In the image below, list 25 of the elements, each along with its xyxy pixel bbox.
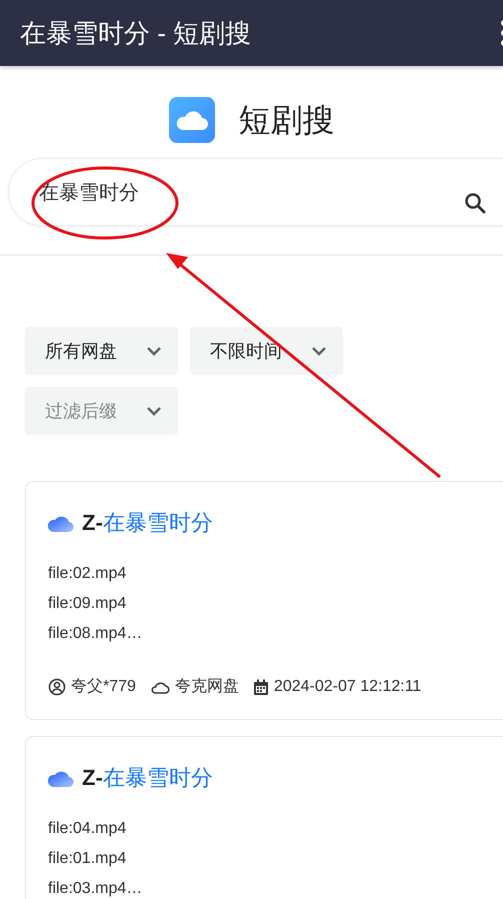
file-name: file:08.mp4… — [48, 624, 144, 644]
site-title: 短剧搜 — [238, 101, 334, 140]
uploader-name: 夸父*779 — [71, 677, 136, 697]
file-name: file:04.mp4 — [48, 819, 128, 839]
drive-name: 夸克网盘 — [174, 676, 239, 697]
calendar-icon — [252, 678, 269, 696]
cloud-outline-icon — [150, 680, 170, 694]
filter-dropdown[interactable]: 所有网盘 — [25, 327, 178, 375]
file-name: file:01.mp4 — [48, 849, 128, 869]
upload-date: 2024-02-07 12:12:11 — [274, 677, 422, 697]
search-field[interactable]: 在暴雪时分 — [8, 158, 503, 226]
result-prefix: Z- — [82, 765, 103, 790]
chevron-down-icon — [311, 346, 327, 356]
file-name: file:03.mp4… — [48, 879, 144, 899]
result-prefix: Z- — [82, 510, 103, 535]
file-name: file:09.mp4 — [48, 594, 128, 614]
result-title-link[interactable]: 在暴雪时分 — [102, 765, 213, 790]
cloud-logo-icon — [168, 97, 214, 143]
search-icon[interactable] — [463, 191, 487, 215]
result-title-link[interactable]: 在暴雪时分 — [102, 510, 213, 535]
user-icon — [48, 678, 66, 696]
chevron-down-icon — [146, 406, 162, 416]
chevron-down-icon — [146, 346, 162, 356]
app-bar-title: 在暴雪时分 - 短剧搜 — [20, 16, 252, 50]
file-name: file:02.mp4 — [48, 564, 128, 584]
